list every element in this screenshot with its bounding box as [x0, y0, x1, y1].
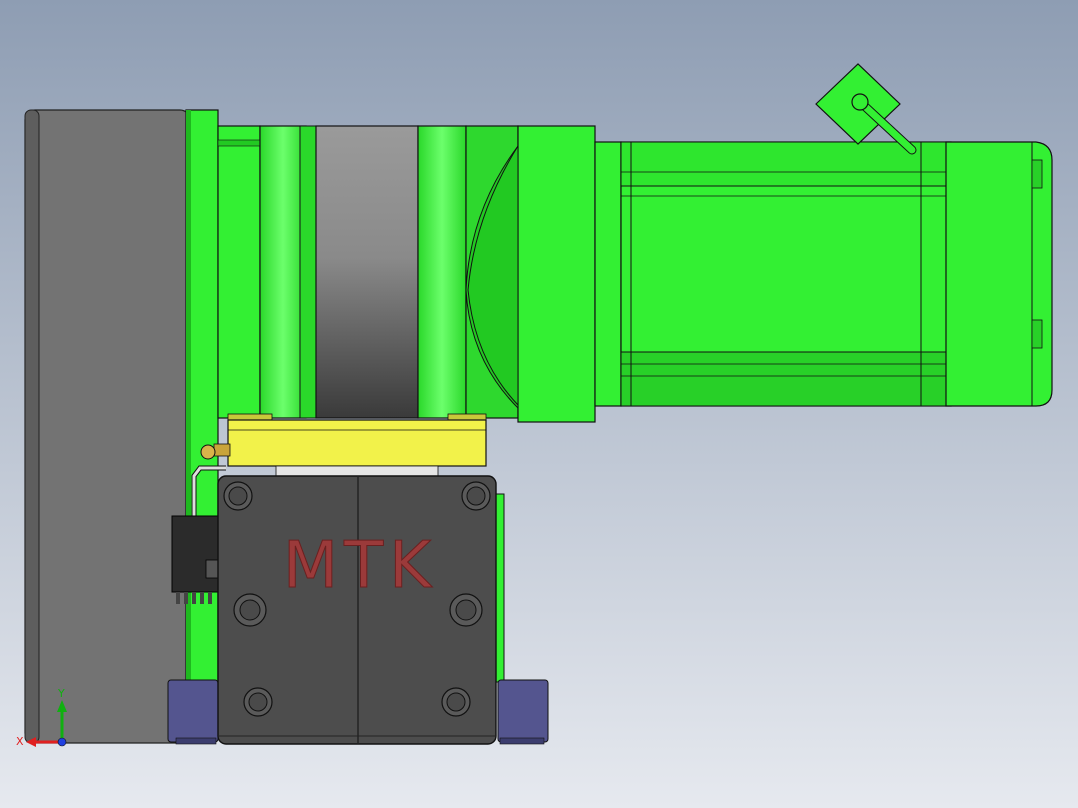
- bolt: [441, 687, 471, 717]
- gearbox-flange: [217, 125, 317, 419]
- bolt: [449, 593, 483, 627]
- x-axis-label: X: [16, 735, 24, 748]
- bolt: [233, 593, 267, 627]
- y-axis-label: Y: [57, 687, 65, 700]
- cad-viewport[interactable]: MTK Y X: [0, 0, 1078, 808]
- gearbox-band: [315, 125, 419, 419]
- bolt: [243, 687, 273, 717]
- sensor-connector: [171, 515, 219, 604]
- model-canvas[interactable]: MTK Y X: [0, 0, 1078, 808]
- logo-text: MTK: [283, 529, 437, 603]
- bolt: [223, 481, 253, 511]
- z-axis-dot: [57, 737, 67, 747]
- base-plate: [24, 109, 191, 744]
- bolt: [461, 481, 491, 511]
- servo-motor: [594, 141, 1053, 407]
